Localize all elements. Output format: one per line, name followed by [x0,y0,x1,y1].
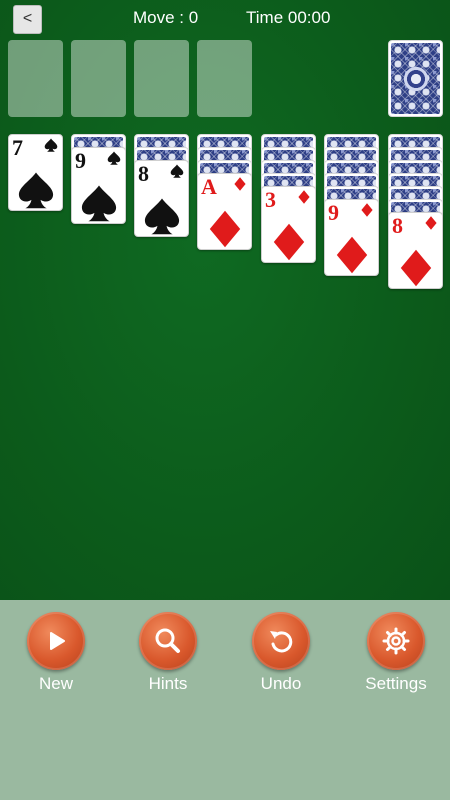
card-rank: 8 [138,161,149,186]
diamond-icon [298,190,310,204]
foundation-slot-3[interactable] [134,40,189,117]
new-game-button[interactable]: New [11,612,101,694]
card-rank: 9 [75,148,86,173]
diamond-icon [361,203,373,217]
hints-button-circle[interactable] [139,612,197,670]
tableau-card-7-spade[interactable]: 7 [8,134,63,211]
spade-icon [144,198,179,235]
undo-button[interactable]: Undo [236,612,326,694]
play-icon [50,632,65,650]
tableau-card-8-diamond[interactable]: 8 [388,212,443,289]
tableau-card-A-diamond[interactable]: A [197,173,252,250]
diamond-icon [273,223,304,261]
foundation-slot-4[interactable] [197,40,252,117]
foundation-slot-2[interactable] [71,40,126,117]
settings-button[interactable]: Settings [351,612,441,694]
magnifier-icon [155,628,180,653]
spade-icon [81,185,116,222]
hints-label: Hints [148,674,188,693]
gear-icon [382,627,410,655]
undo-label: Undo [260,674,302,693]
stock-pile[interactable] [388,40,443,117]
new-button-circle[interactable] [27,612,85,670]
card-rank: A [201,174,217,199]
foundation-slot-1[interactable] [8,40,63,117]
undo-button-circle[interactable] [252,612,310,670]
timer: Time 00:00 [246,8,331,27]
diamond-icon [209,210,240,248]
tableau-card-8-spade[interactable]: 8 [134,160,189,237]
settings-label: Settings [365,674,427,693]
undo-icon [270,631,293,653]
diamond-icon [234,177,246,191]
move-counter: Move : 0 [133,8,199,27]
back-button[interactable]: < [13,5,42,34]
spade-icon [44,138,58,152]
spade-icon [18,172,53,209]
bottom-toolbar: New Hints Undo Settings [0,600,450,800]
tableau-card-9-spade[interactable]: 9 [71,147,126,224]
spade-icon [107,151,121,165]
card-rank: 8 [392,213,403,238]
card-rank: 9 [328,200,339,225]
diamond-icon [425,216,437,230]
settings-button-circle[interactable] [367,612,425,670]
diamond-icon [400,249,431,287]
new-label: New [38,674,73,693]
spade-icon [170,164,184,178]
card-rank: 3 [265,187,276,212]
hints-button[interactable]: Hints [123,612,213,694]
card-back-ornament [401,64,430,93]
tableau-card-3-diamond[interactable]: 3 [261,186,316,263]
diamond-icon [336,236,367,274]
card-rank: 7 [12,135,23,160]
tableau-card-9-diamond[interactable]: 9 [324,199,379,276]
